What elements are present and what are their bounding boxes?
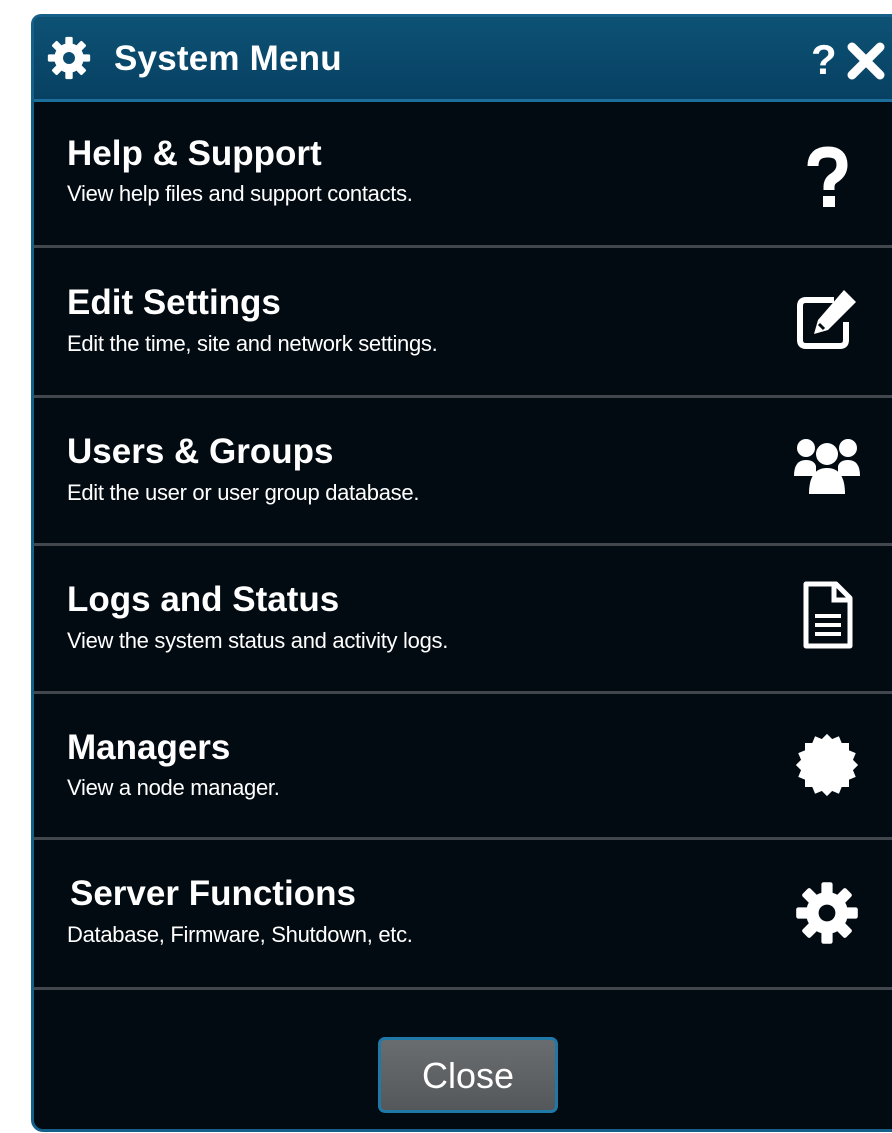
dialog-titlebar[interactable]: System Menu ? — [34, 17, 892, 102]
gear-icon — [796, 882, 858, 944]
menu-item-managers[interactable]: Managers View a node manager. — [34, 694, 892, 840]
menu-item-title: Help & Support — [67, 134, 322, 173]
menu-item-logs-status[interactable]: Logs and Status View the system status a… — [34, 546, 892, 694]
menu-item-server-functions[interactable]: Server Functions Database, Firmware, Shu… — [34, 840, 892, 990]
system-menu-dialog: System Menu ? Help & Support View help f… — [31, 14, 892, 1132]
badge-icon — [795, 733, 859, 797]
question-icon — [807, 146, 848, 207]
menu-item-description: Database, Firmware, Shutdown, etc. — [67, 922, 413, 947]
menu-item-edit-settings[interactable]: Edit Settings Edit the time, site and ne… — [34, 248, 892, 398]
menu-item-description: View the system status and activity logs… — [67, 628, 449, 653]
menu-item-description: Edit the time, site and network settings… — [67, 331, 438, 356]
menu-item-description: View a node manager. — [67, 775, 280, 800]
users-icon — [794, 439, 860, 494]
menu-item-title: Managers — [67, 728, 231, 767]
document-icon — [803, 581, 853, 649]
menu-item-description: View help files and support contacts. — [67, 181, 413, 206]
edit-icon — [797, 290, 856, 349]
dialog-title: System Menu — [114, 39, 342, 78]
menu-item-title: Server Functions — [70, 874, 356, 913]
menu-item-users-groups[interactable]: Users & Groups Edit the user or user gro… — [34, 398, 892, 546]
menu-item-title: Users & Groups — [67, 432, 334, 471]
menu-item-description: Edit the user or user group database. — [67, 480, 420, 505]
menu-item-help-support[interactable]: Help & Support View help files and suppo… — [34, 102, 892, 248]
close-icon[interactable] — [846, 41, 886, 81]
close-button[interactable]: Close — [378, 1037, 558, 1113]
menu-item-title: Logs and Status — [67, 580, 340, 619]
help-button[interactable]: ? — [811, 36, 837, 84]
menu-item-title: Edit Settings — [67, 283, 281, 322]
gear-icon — [47, 36, 91, 80]
